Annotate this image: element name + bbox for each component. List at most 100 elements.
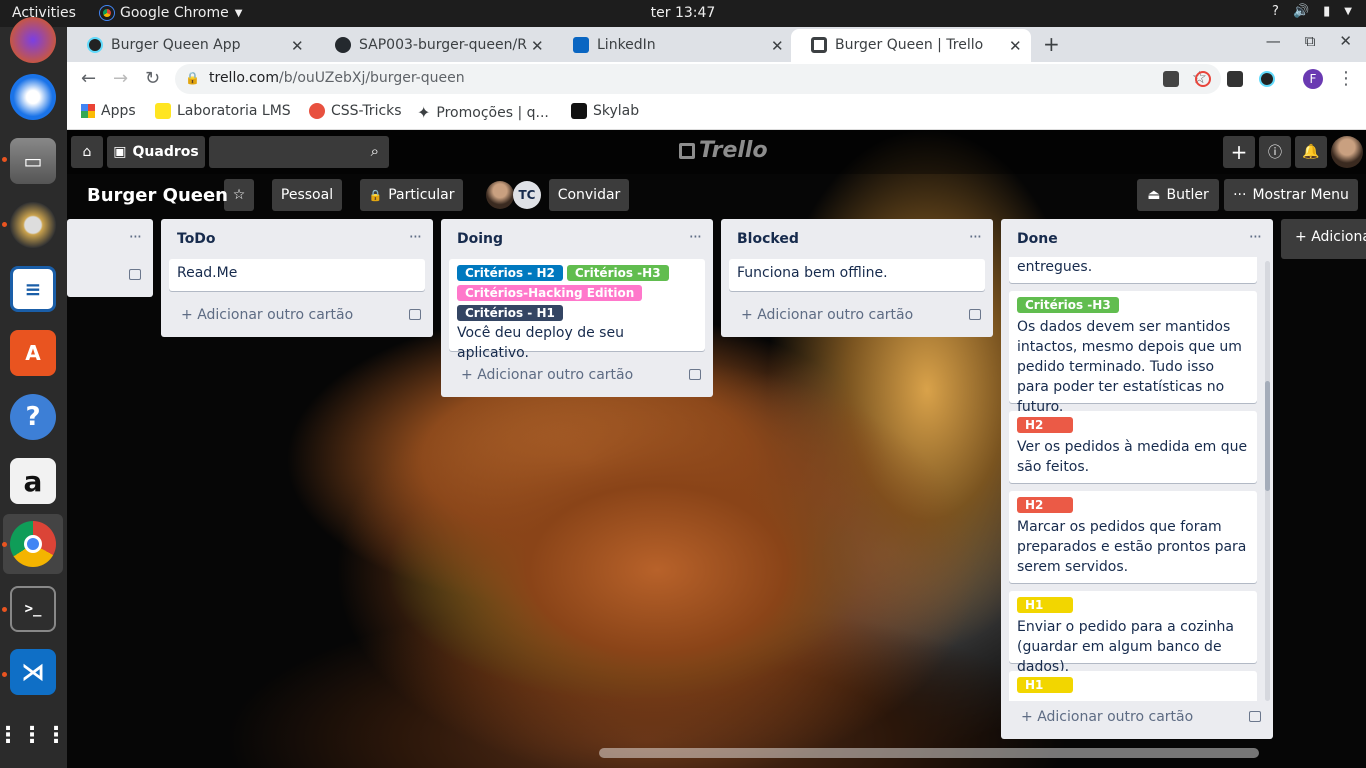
list-title[interactable]: Doing: [457, 231, 503, 247]
battery-icon[interactable]: ▮: [1323, 4, 1330, 19]
close-icon[interactable]: ✕: [1009, 37, 1022, 55]
card-label[interactable]: H1: [1017, 677, 1073, 693]
lock-icon[interactable]: 🔒: [185, 71, 200, 85]
back-arrow-icon[interactable]: ←: [81, 68, 96, 89]
clock[interactable]: ter 13:47: [651, 5, 716, 21]
card-label[interactable]: H2: [1017, 417, 1073, 433]
bookmark-skylab[interactable]: Skylab: [571, 103, 639, 119]
add-card-button[interactable]: + Adicionar outro cartão: [741, 307, 913, 323]
vscode-icon[interactable]: ⋊: [10, 649, 56, 695]
terminal-icon[interactable]: >_: [10, 586, 56, 632]
new-tab-button[interactable]: +: [1043, 32, 1060, 56]
add-list-button[interactable]: + Adiciona: [1281, 219, 1366, 259]
address-bar[interactable]: 🔒 trello.com/b/ouUZebXj/burger-queen ☆: [175, 64, 1221, 94]
tab-linkedin[interactable]: LinkedIn ✕: [553, 29, 791, 62]
list-title[interactable]: ToDo: [177, 231, 216, 247]
card-template-icon[interactable]: [969, 309, 981, 320]
card-scroll-area[interactable]: entregues. Critérios -H3 Os dados devem …: [1001, 257, 1273, 701]
add-card-button[interactable]: + Adicionar outro cartão: [461, 367, 633, 383]
home-button[interactable]: ⌂: [71, 136, 103, 168]
software-center-icon[interactable]: A: [10, 330, 56, 376]
card[interactable]: H1 Enviar o pedido para a cozinha (guard…: [1009, 591, 1257, 675]
react-devtools-icon[interactable]: [1259, 71, 1275, 87]
show-menu-button[interactable]: ··· Mostrar Menu: [1224, 179, 1358, 211]
star-board-button[interactable]: ☆: [224, 179, 254, 211]
card[interactable]: Critérios - H2 Critérios -H3 Critérios-Ha…: [449, 259, 705, 361]
card-label[interactable]: Critérios -H3: [1017, 297, 1119, 313]
card[interactable]: H1: [1009, 671, 1257, 701]
card[interactable]: H2 Marcar os pedidos que foram preparado…: [1009, 491, 1257, 583]
card[interactable]: Critérios -H3 Os dados devem ser mantido…: [1009, 291, 1257, 415]
card-label[interactable]: Critérios-Hacking Edition: [457, 285, 643, 301]
search-input[interactable]: ⌕: [209, 136, 389, 168]
member-avatar-initials[interactable]: TC: [513, 181, 541, 209]
bookmark-css-tricks[interactable]: CSS-Tricks: [309, 103, 402, 119]
help-icon[interactable]: ?: [10, 394, 56, 440]
create-button[interactable]: +: [1223, 136, 1255, 168]
visibility-button[interactable]: 🔒 Particular: [360, 179, 463, 211]
card-label[interactable]: H1: [1017, 597, 1073, 613]
maximize-icon[interactable]: ⧉: [1305, 32, 1316, 50]
forward-arrow-icon[interactable]: →: [113, 68, 128, 89]
bookmark-apps[interactable]: Apps: [81, 103, 136, 119]
firefox-icon[interactable]: [10, 17, 56, 63]
extension-icon[interactable]: [1227, 71, 1243, 87]
reload-icon[interactable]: ↻: [145, 68, 160, 89]
more-icon[interactable]: ···: [129, 227, 142, 246]
thunderbird-icon[interactable]: [10, 74, 56, 120]
chrome-menu-icon[interactable]: ⋮: [1337, 68, 1355, 89]
volume-icon[interactable]: 🔊: [1293, 4, 1309, 19]
card-label[interactable]: Critérios -H3: [566, 265, 669, 281]
url-text[interactable]: trello.com/b/ouUZebXj/burger-queen: [209, 70, 465, 86]
system-tray[interactable]: ? 🔊 ▮ ▼: [1272, 4, 1352, 19]
rhythmbox-icon[interactable]: [10, 202, 56, 248]
card-label[interactable]: H2: [1017, 497, 1073, 513]
more-icon[interactable]: ···: [689, 227, 702, 246]
app-menu[interactable]: Google Chrome ▼: [99, 5, 242, 21]
add-card-button[interactable]: + Adicionar outro cartão: [1021, 709, 1193, 725]
amazon-icon[interactable]: a: [10, 458, 56, 504]
card-template-icon[interactable]: [1249, 711, 1261, 722]
chrome-icon[interactable]: [10, 521, 56, 567]
card-label[interactable]: Critérios - H1: [457, 305, 563, 321]
butler-button[interactable]: ⏏ Butler: [1137, 179, 1219, 211]
card[interactable]: H2 Ver os pedidos à medida em que são fe…: [1009, 411, 1257, 483]
close-icon[interactable]: ✕: [531, 37, 544, 55]
card[interactable]: entregues.: [1009, 257, 1257, 283]
board-title[interactable]: Burger Queen: [87, 185, 228, 206]
list-title[interactable]: Blocked: [737, 231, 799, 247]
info-button[interactable]: ⓘ: [1259, 136, 1291, 168]
extension-icon[interactable]: [1163, 71, 1179, 87]
minimize-icon[interactable]: —: [1266, 32, 1281, 50]
bookmark-laboratoria[interactable]: Laboratoria LMS: [155, 103, 291, 119]
trello-logo[interactable]: Trello: [679, 138, 768, 163]
scrollbar-thumb[interactable]: [1265, 381, 1270, 491]
tab-github[interactable]: SAP003-burger-queen/RE ✕: [315, 29, 553, 62]
tab-burger-queen-app[interactable]: Burger Queen App ✕: [67, 29, 315, 62]
board-horizontal-scrollbar[interactable]: [599, 748, 1259, 758]
more-icon[interactable]: ···: [1249, 227, 1262, 246]
notifications-button[interactable]: 🔔: [1295, 136, 1327, 168]
show-apps-icon[interactable]: ⋮⋮⋮: [0, 712, 67, 758]
card-template-icon[interactable]: [409, 309, 421, 320]
more-icon[interactable]: ···: [409, 227, 422, 246]
card[interactable]: Read.Me: [169, 259, 425, 291]
user-avatar[interactable]: [1331, 136, 1363, 168]
chevron-down-icon[interactable]: ▼: [1344, 6, 1352, 17]
close-icon[interactable]: ✕: [291, 37, 304, 55]
extension-icon[interactable]: [1195, 71, 1211, 87]
close-icon[interactable]: ✕: [1339, 32, 1352, 50]
list-scrollbar[interactable]: [1265, 261, 1270, 701]
card-label[interactable]: Critérios - H2: [457, 265, 563, 281]
card[interactable]: Funciona bem offline.: [729, 259, 985, 291]
help-icon[interactable]: ?: [1272, 4, 1279, 19]
tab-trello[interactable]: Burger Queen | Trello ✕: [791, 29, 1031, 62]
team-button[interactable]: Pessoal: [272, 179, 342, 211]
profile-avatar[interactable]: F: [1303, 69, 1323, 89]
member-avatar[interactable]: [486, 181, 514, 209]
add-card-button[interactable]: + Adicionar outro cartão: [181, 307, 353, 323]
more-icon[interactable]: ···: [969, 227, 982, 246]
files-icon[interactable]: ▭: [10, 138, 56, 184]
card-template-icon[interactable]: [689, 369, 701, 380]
list-title[interactable]: Done: [1017, 231, 1058, 247]
